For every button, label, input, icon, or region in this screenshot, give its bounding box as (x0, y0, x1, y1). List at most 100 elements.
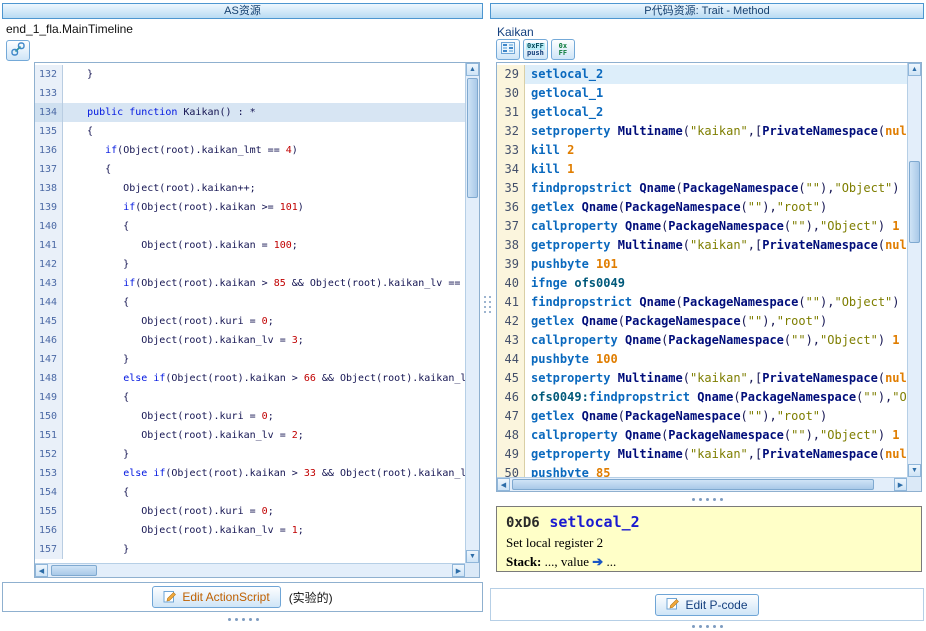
pcode-bottom-grip[interactable] (692, 625, 723, 628)
link-button[interactable] (6, 40, 30, 61)
code-line[interactable]: 141 Object(root).kaikan = 100; (35, 236, 465, 255)
scroll-left-icon[interactable]: ◀ (497, 478, 510, 491)
code-line[interactable]: 45setproperty Multiname("kaikan",[Privat… (497, 369, 907, 388)
line-number: 49 (497, 445, 525, 464)
code-line[interactable]: 144 { (35, 293, 465, 312)
code-line[interactable]: 142 } (35, 255, 465, 274)
hex-values-toggle-button[interactable]: 0x FF (551, 39, 575, 60)
hex-push-toggle-button[interactable]: 0xFF push (523, 39, 548, 60)
line-number: 133 (35, 84, 63, 103)
code-line[interactable]: 146 Object(root).kaikan_lv = 3; (35, 331, 465, 350)
hex-values-label-bottom: FF (559, 50, 567, 57)
code-line[interactable]: 136 if(Object(root).kaikan_lmt == 4) (35, 141, 465, 160)
edit-pcode-button[interactable]: Edit P-code (655, 594, 758, 616)
opcode-stack-effect: Stack: ..., value ➔ ... (506, 554, 912, 570)
pcode-editor[interactable]: 29setlocal_230getlocal_131getlocal_232se… (496, 62, 922, 492)
code-line[interactable]: 41findpropstrict Qname(PackageNamespace(… (497, 293, 907, 312)
as-vertical-scrollbar[interactable]: ▲ ▼ (465, 63, 479, 563)
scroll-right-icon[interactable]: ▶ (894, 478, 907, 491)
pcode-vertical-scrollbar[interactable]: ▲ ▼ (907, 63, 921, 477)
code-line[interactable]: 47getlex Qname(PackageNamespace(""),"roo… (497, 407, 907, 426)
opcode-title: 0xD6 setlocal_2 (506, 512, 912, 531)
code-line[interactable]: 149 { (35, 388, 465, 407)
code-line[interactable]: 46ofs0049:findpropstrict Qname(PackageNa… (497, 388, 907, 407)
actionscript-code[interactable]: 132 }133134 public function Kaikan() : *… (35, 63, 465, 563)
hex-grid-button[interactable] (496, 39, 520, 60)
code-line[interactable]: 133 (35, 84, 465, 103)
code-line[interactable]: 33kill 2 (497, 141, 907, 160)
code-line[interactable]: 37callproperty Qname(PackageNamespace(""… (497, 217, 907, 236)
code-line[interactable]: 39pushbyte 101 (497, 255, 907, 274)
pcode-vscroll-thumb[interactable] (909, 161, 920, 243)
line-number: 50 (497, 464, 525, 477)
scroll-left-icon[interactable]: ◀ (35, 564, 48, 577)
code-line[interactable]: 147 } (35, 350, 465, 369)
pcode-panel-header: P代码资源: Trait - Method (490, 3, 924, 19)
code-line[interactable]: 154 { (35, 483, 465, 502)
code-line[interactable]: 132 } (35, 65, 465, 84)
line-number: 30 (497, 84, 525, 103)
code-line[interactable]: 31getlocal_2 (497, 103, 907, 122)
code-line[interactable]: 49getproperty Multiname("kaikan",[Privat… (497, 445, 907, 464)
code-line[interactable]: 148 else if(Object(root).kaikan > 66 && … (35, 369, 465, 388)
code-line[interactable]: 38getproperty Multiname("kaikan",[Privat… (497, 236, 907, 255)
code-line[interactable]: 152 } (35, 445, 465, 464)
line-number: 135 (35, 122, 63, 141)
scroll-up-icon[interactable]: ▲ (466, 63, 479, 76)
stack-before: ..., value (541, 554, 592, 569)
panel-splitter-grip[interactable] (484, 296, 491, 313)
code-line[interactable]: 134 public function Kaikan() : * (35, 103, 465, 122)
as-hscroll-thumb[interactable] (51, 565, 97, 576)
line-number: 147 (35, 350, 63, 369)
scroll-down-icon[interactable]: ▼ (466, 550, 479, 563)
scroll-down-icon[interactable]: ▼ (908, 464, 921, 477)
code-line[interactable]: 156 Object(root).kaikan_lv = 1; (35, 521, 465, 540)
code-line[interactable]: 43callproperty Qname(PackageNamespace(""… (497, 331, 907, 350)
code-line[interactable]: 157 } (35, 540, 465, 559)
code-line[interactable]: 153 else if(Object(root).kaikan > 33 && … (35, 464, 465, 483)
line-number: 154 (35, 483, 63, 502)
pcode-horizontal-scrollbar[interactable]: ◀ ▶ (497, 477, 907, 491)
code-line[interactable]: 42getlex Qname(PackageNamespace(""),"roo… (497, 312, 907, 331)
code-line[interactable]: 40ifnge ofs0049 (497, 274, 907, 293)
code-line[interactable]: 137 { (35, 160, 465, 179)
pcode-splitter-grip[interactable] (692, 498, 723, 501)
code-line[interactable]: 36getlex Qname(PackageNamespace(""),"roo… (497, 198, 907, 217)
code-line[interactable]: 35findpropstrict Qname(PackageNamespace(… (497, 179, 907, 198)
code-line[interactable]: 32setproperty Multiname("kaikan",[Privat… (497, 122, 907, 141)
code-line[interactable]: 48callproperty Qname(PackageNamespace(""… (497, 426, 907, 445)
scroll-up-icon[interactable]: ▲ (908, 63, 921, 76)
as-bottom-grip[interactable] (228, 618, 259, 621)
line-number: 139 (35, 198, 63, 217)
line-number: 151 (35, 426, 63, 445)
code-line[interactable]: 34kill 1 (497, 160, 907, 179)
pcode-code[interactable]: 29setlocal_230getlocal_131getlocal_232se… (497, 63, 907, 477)
code-line[interactable]: 143 if(Object(root).kaikan > 85 && Objec… (35, 274, 465, 293)
code-line[interactable]: 140 { (35, 217, 465, 236)
actionscript-editor[interactable]: 132 }133134 public function Kaikan() : *… (34, 62, 480, 578)
code-line[interactable]: 138 Object(root).kaikan++; (35, 179, 465, 198)
line-number: 40 (497, 274, 525, 293)
code-line[interactable]: 50pushbyte 85 (497, 464, 907, 477)
line-number: 29 (497, 65, 525, 84)
scroll-right-icon[interactable]: ▶ (452, 564, 465, 577)
code-line[interactable]: 29setlocal_2 (497, 65, 907, 84)
as-panel-header: AS资源 (2, 3, 483, 19)
trait-name-label: Kaikan (497, 25, 534, 39)
code-line[interactable]: 151 Object(root).kaikan_lv = 2; (35, 426, 465, 445)
code-line[interactable]: 155 Object(root).kuri = 0; (35, 502, 465, 521)
code-line[interactable]: 150 Object(root).kuri = 0; (35, 407, 465, 426)
line-number: 140 (35, 217, 63, 236)
line-number: 37 (497, 217, 525, 236)
line-number: 46 (497, 388, 525, 407)
line-number: 148 (35, 369, 63, 388)
as-horizontal-scrollbar[interactable]: ◀ ▶ (35, 563, 465, 577)
code-line[interactable]: 139 if(Object(root).kaikan >= 101) (35, 198, 465, 217)
code-line[interactable]: 145 Object(root).kuri = 0; (35, 312, 465, 331)
pcode-hscroll-thumb[interactable] (512, 479, 874, 490)
code-line[interactable]: 135 { (35, 122, 465, 141)
as-vscroll-thumb[interactable] (467, 78, 478, 198)
code-line[interactable]: 44pushbyte 100 (497, 350, 907, 369)
edit-actionscript-button[interactable]: Edit ActionScript (152, 586, 280, 608)
code-line[interactable]: 30getlocal_1 (497, 84, 907, 103)
